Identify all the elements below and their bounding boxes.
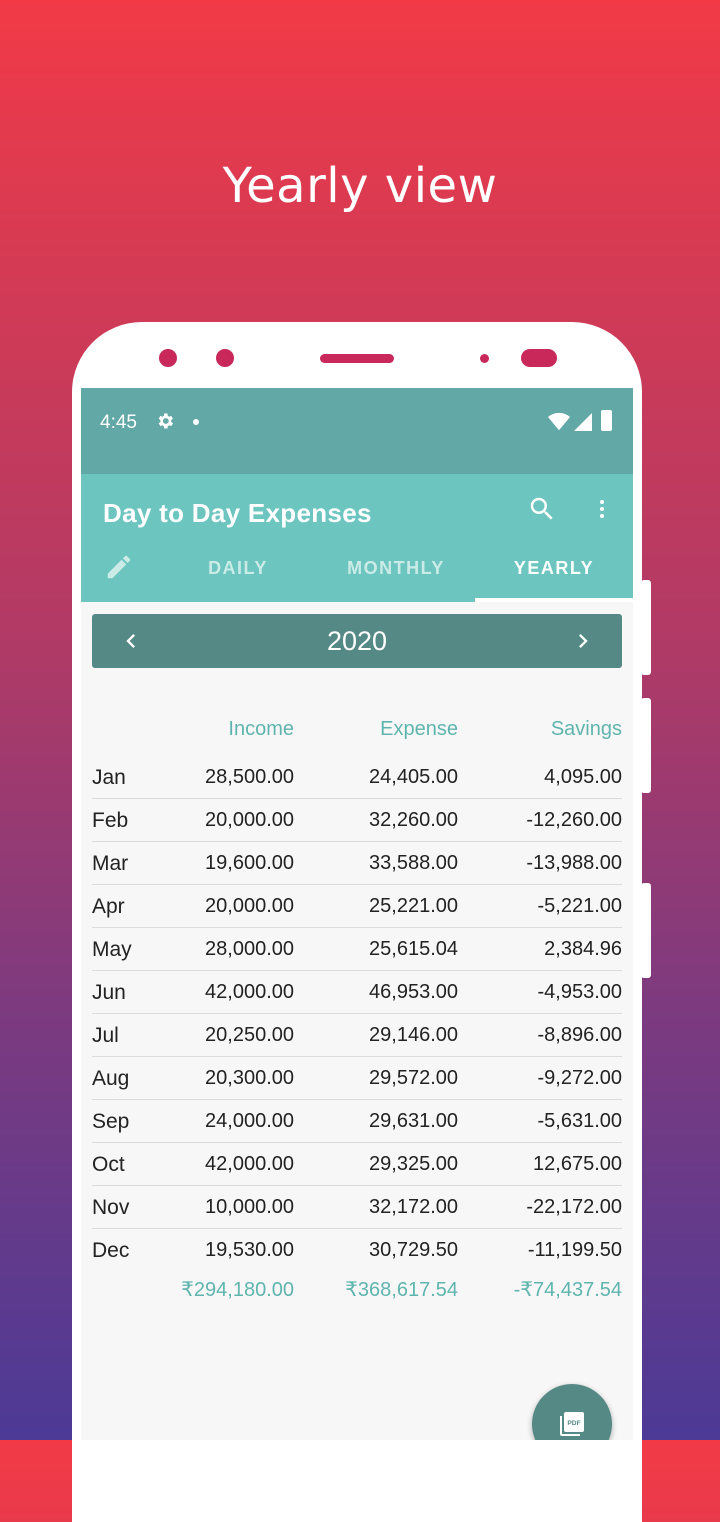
promo-title: Yearly view <box>222 158 498 214</box>
phone-side-button <box>641 698 651 793</box>
tab-daily[interactable]: DAILY <box>159 558 317 579</box>
expense-cell: 29,146.00 <box>369 1024 458 1046</box>
expense-cell: 46,953.00 <box>369 981 458 1003</box>
income-cell: 24,000.00 <box>205 1110 294 1132</box>
phone-side-button <box>641 580 651 675</box>
month-cell: Oct <box>92 1153 125 1176</box>
expense-cell: 29,572.00 <box>369 1067 458 1089</box>
signal-icon <box>574 413 592 436</box>
settings-icon <box>155 411 175 436</box>
month-cell: Nov <box>92 1196 130 1219</box>
expense-cell: 33,588.00 <box>369 852 458 874</box>
table-row: Sep 24,000.00 29,631.00 -5,631.00 <box>92 1100 622 1143</box>
month-cell: Mar <box>92 852 129 875</box>
month-cell: Feb <box>92 809 129 832</box>
savings-cell: -4,953.00 <box>537 981 622 1003</box>
expense-cell: 25,221.00 <box>369 895 458 917</box>
total-expense: ₹368,617.54 <box>345 1279 458 1301</box>
savings-cell: 2,384.96 <box>544 938 622 960</box>
savings-cell: -9,272.00 <box>537 1067 622 1089</box>
savings-cell: -12,260.00 <box>526 809 622 831</box>
income-cell: 10,000.00 <box>205 1196 294 1218</box>
income-cell: 20,300.00 <box>205 1067 294 1089</box>
table-row: May 28,000.00 25,615.04 2,384.96 <box>92 928 622 971</box>
income-cell: 28,000.00 <box>205 938 294 960</box>
savings-cell: -11,199.50 <box>527 1239 622 1261</box>
year-label: 2020 <box>326 626 388 656</box>
income-cell: 20,000.00 <box>205 895 294 917</box>
income-cell: 20,250.00 <box>205 1024 294 1046</box>
proximity-sensor <box>480 354 489 363</box>
tab-yearly[interactable]: YEARLY <box>475 558 633 579</box>
savings-cell: -8,896.00 <box>537 1024 622 1046</box>
expense-cell: 25,615.04 <box>369 938 458 960</box>
tab-monthly[interactable]: MONTHLY <box>317 558 475 579</box>
income-cell: 42,000.00 <box>205 981 294 1003</box>
expense-cell: 24,405.00 <box>369 766 458 788</box>
income-cell: 28,500.00 <box>205 766 294 788</box>
month-cell: Jan <box>92 766 126 789</box>
month-cell: Aug <box>92 1067 130 1090</box>
savings-cell: 4,095.00 <box>544 766 622 788</box>
expense-cell: 30,729.50 <box>369 1239 458 1261</box>
pdf-icon: PDF <box>556 1408 588 1440</box>
battery-icon <box>601 410 612 431</box>
expense-header: Expense <box>380 718 458 740</box>
flash <box>521 349 557 367</box>
month-cell: May <box>92 938 132 961</box>
table-row: Jul 20,250.00 29,146.00 -8,896.00 <box>92 1014 622 1057</box>
table-row: Feb 20,000.00 32,260.00 -12,260.00 <box>92 799 622 842</box>
pdf-label: PDF <box>567 1420 580 1427</box>
total-savings: -₹74,437.54 <box>513 1279 622 1301</box>
table-row: Jun 42,000.00 46,953.00 -4,953.00 <box>92 971 622 1014</box>
search-icon[interactable] <box>527 494 557 529</box>
app-screen: 4:45 Day to Day Expenses DAILY MONTHLY Y… <box>81 388 633 1440</box>
app-title: Day to Day Expenses <box>103 498 372 528</box>
phone-side-button <box>641 883 651 978</box>
table-row: Aug 20,300.00 29,572.00 -9,272.00 <box>92 1057 622 1100</box>
table-row: Apr 20,000.00 25,221.00 -5,221.00 <box>92 885 622 928</box>
earpiece-speaker <box>320 354 394 363</box>
table-row: Dec 19,530.00 30,729.50 -11,199.50 <box>92 1229 622 1272</box>
income-cell: 42,000.00 <box>205 1153 294 1175</box>
month-cell: Sep <box>92 1110 130 1133</box>
expense-cell: 29,325.00 <box>369 1153 458 1175</box>
expense-cell: 29,631.00 <box>369 1110 458 1132</box>
month-cell: Jun <box>92 981 126 1004</box>
app-toolbar: Day to Day Expenses DAILY MONTHLY YEARLY <box>81 474 633 602</box>
table-row: Jan 28,500.00 24,405.00 4,095.00 <box>92 756 622 799</box>
month-cell: Apr <box>92 895 125 918</box>
month-cell: Jul <box>92 1024 119 1047</box>
export-pdf-button[interactable]: PDF <box>532 1384 612 1440</box>
front-sensor <box>216 349 234 367</box>
table-row: Oct 42,000.00 29,325.00 12,675.00 <box>92 1143 622 1186</box>
notification-dot-icon <box>193 419 199 425</box>
income-cell: 19,530.00 <box>205 1239 294 1261</box>
tab-indicator <box>475 598 633 602</box>
next-year-icon[interactable] <box>569 627 597 655</box>
savings-cell: -13,988.00 <box>526 852 622 874</box>
savings-cell: -22,172.00 <box>526 1196 622 1218</box>
expense-cell: 32,172.00 <box>369 1196 458 1218</box>
more-options-icon[interactable] <box>590 494 614 529</box>
status-bar: 4:45 <box>81 388 633 474</box>
month-cell: Dec <box>92 1239 130 1262</box>
table-row: Mar 19,600.00 33,588.00 -13,988.00 <box>92 842 622 885</box>
wifi-icon <box>548 412 570 437</box>
expense-cell: 32,260.00 <box>369 809 458 831</box>
edit-icon[interactable] <box>104 552 134 587</box>
table-row: Nov 10,000.00 32,172.00 -22,172.00 <box>92 1186 622 1229</box>
savings-cell: -5,631.00 <box>537 1110 622 1132</box>
savings-cell: -5,221.00 <box>537 895 622 917</box>
year-navigator: 2020 <box>92 614 622 668</box>
income-cell: 19,600.00 <box>205 852 294 874</box>
income-cell: 20,000.00 <box>205 809 294 831</box>
income-header: Income <box>228 718 294 740</box>
savings-header: Savings <box>550 718 622 740</box>
front-camera <box>159 349 177 367</box>
total-income: ₹294,180.00 <box>181 1279 294 1301</box>
savings-cell: 12,675.00 <box>533 1153 622 1175</box>
status-time: 4:45 <box>100 412 137 433</box>
